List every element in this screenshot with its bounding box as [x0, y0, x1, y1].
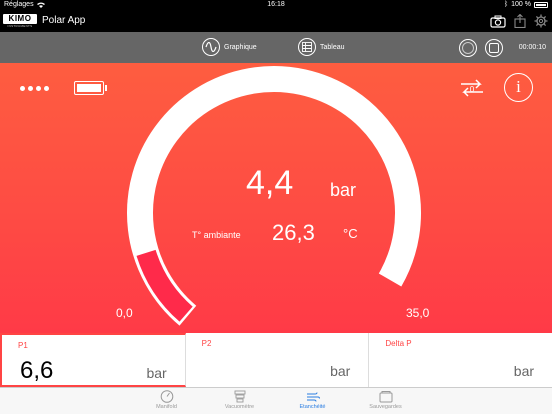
- card-p1[interactable]: P1 6,6 bar: [0, 333, 186, 387]
- value-cards: P1 6,6 bar P2 bar Delta P bar: [0, 333, 552, 387]
- ambient-temp-unit: °C: [343, 226, 358, 241]
- tab-label: Etanchéité: [299, 404, 326, 410]
- tab-label: Vacuomètre: [224, 404, 255, 410]
- bluetooth-icon: ᛒ: [503, 1, 509, 8]
- tab-label: Sauvegardes: [369, 404, 402, 410]
- card-unit: bar: [513, 363, 535, 379]
- gauge-max-label: 35,0: [406, 306, 430, 320]
- recording-timer: 00:00:10: [518, 44, 546, 51]
- camera-icon[interactable]: [490, 15, 506, 28]
- ambient-temp-label: T° ambiante: [192, 230, 241, 240]
- main-pressure-value: 4,4: [246, 164, 294, 202]
- gauge-fill: [136, 249, 193, 322]
- wind-icon: [306, 392, 320, 402]
- app-bar: KIMO INSTRUMENTS Polar App: [0, 11, 552, 32]
- logo-subtext: INSTRUMENTS: [7, 24, 33, 28]
- tab-vacuometre[interactable]: Vacuomètre: [216, 388, 264, 414]
- gear-icon[interactable]: [534, 14, 548, 28]
- vacuum-icon: [234, 390, 245, 403]
- main-pressure-unit: bar: [330, 180, 357, 200]
- stop-icon: [489, 43, 499, 53]
- gauge-min-label: 0,0: [116, 306, 133, 320]
- record-button[interactable]: [459, 39, 477, 57]
- status-time: 16:18: [267, 1, 285, 8]
- graph-mode-label: Graphique: [224, 43, 257, 51]
- sine-wave-icon: [202, 38, 220, 56]
- app-title: Polar App: [42, 15, 86, 26]
- table-mode-button[interactable]: Tableau: [298, 38, 345, 56]
- toolbar: Graphique Tableau 00:00:10: [0, 32, 552, 63]
- table-icon: [298, 38, 316, 56]
- card-label: P1: [18, 341, 28, 350]
- card-delta-p[interactable]: Delta P bar: [369, 333, 552, 387]
- logo-text: KIMO: [3, 14, 37, 24]
- tab-label: Manifold: [156, 404, 177, 410]
- card-unit: bar: [330, 363, 351, 379]
- card-value: 6,6: [20, 357, 54, 384]
- kimo-logo: KIMO INSTRUMENTS: [3, 14, 37, 29]
- share-icon[interactable]: [514, 14, 526, 28]
- tab-bar: Manifold Vacuomètre Etanchéité Sauvegard…: [0, 387, 552, 414]
- battery-percent: 100 %: [511, 1, 531, 8]
- ambient-temp-value: 26,3: [272, 220, 315, 245]
- record-icon: [462, 42, 474, 54]
- folder-icon: [379, 391, 392, 403]
- card-label: P2: [201, 339, 212, 348]
- card-p2[interactable]: P2 bar: [186, 333, 370, 387]
- table-mode-label: Tableau: [320, 43, 345, 51]
- tab-etancheite[interactable]: Etanchéité: [289, 388, 337, 414]
- tab-manifold[interactable]: Manifold: [143, 388, 191, 414]
- card-label: Delta P: [385, 339, 412, 348]
- card-unit: bar: [146, 365, 167, 381]
- battery-icon: [534, 1, 548, 8]
- tab-sauvegardes[interactable]: Sauvegardes: [362, 388, 410, 414]
- graph-mode-button[interactable]: Graphique: [202, 38, 257, 56]
- gauge-panel: 0 i 4,4 bar T° ambiante 26,3 °C 0,0 35,0: [0, 63, 552, 333]
- gauge-icon: [160, 390, 173, 403]
- status-bar: Réglages 16:18 ᛒ 100 %: [0, 0, 552, 11]
- stop-button[interactable]: [485, 39, 503, 57]
